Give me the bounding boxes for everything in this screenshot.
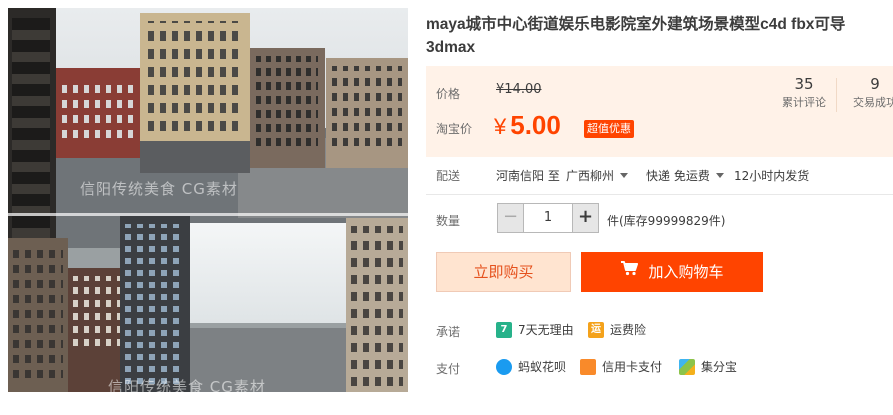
chevron-down-icon bbox=[620, 173, 629, 178]
promo-price-label: 淘宝价 bbox=[436, 122, 473, 136]
seven-day-return-icon: 7 bbox=[496, 321, 512, 338]
reviews-stat[interactable]: 35 累计评论 bbox=[778, 74, 830, 112]
credit-card-payment[interactable]: 信用卡支付 bbox=[580, 358, 662, 376]
huabei-payment[interactable]: 蚂蚁花呗 bbox=[496, 358, 566, 376]
price-panel: 价格 ¥14.00 淘宝价 ¥5.00 超值优惠 35 累计评论 9 交易成功 bbox=[426, 66, 893, 157]
quantity-stepper: − 1 + bbox=[497, 203, 599, 233]
image-building bbox=[140, 13, 250, 173]
credit-card-icon bbox=[580, 358, 596, 375]
payment-label: 支付 bbox=[436, 362, 461, 376]
image-watermark: 信阳传统美食 CG素材 bbox=[108, 378, 266, 392]
promise-label: 承诺 bbox=[436, 325, 461, 339]
jifenbao-label: 集分宝 bbox=[701, 360, 738, 374]
promo-badge: 超值优惠 bbox=[584, 120, 634, 138]
shipping-method-select[interactable]: 快递 免运费 bbox=[646, 167, 724, 184]
image-building bbox=[346, 218, 408, 392]
shipping-insurance-link[interactable]: 运运费险 bbox=[588, 321, 646, 339]
destination-select[interactable]: 广西柳州 bbox=[566, 167, 629, 184]
image-divider bbox=[8, 213, 408, 216]
shipping-from: 河南信阳 至 bbox=[496, 169, 560, 183]
section-divider bbox=[426, 194, 893, 195]
seven-day-return-link[interactable]: 7 7天无理由 bbox=[496, 321, 574, 339]
shipping-method-label: 快递 免运费 bbox=[646, 169, 710, 183]
product-image[interactable]: 信阳传统美食 CG素材 信阳传统美食 CG素材 bbox=[8, 8, 408, 392]
image-building bbox=[56, 68, 141, 158]
product-title: maya城市中心街道娱乐电影院室外建筑场景模型c4d fbx可导3dmax bbox=[426, 16, 846, 56]
shopping-cart-icon bbox=[620, 251, 639, 291]
add-to-cart-button[interactable]: 加入购物车 bbox=[581, 252, 763, 292]
original-price-label: 价格 bbox=[436, 87, 461, 101]
shipping-insurance-icon: 运 bbox=[588, 321, 604, 338]
original-price: ¥14.00 bbox=[496, 82, 542, 97]
jifenbao-payment[interactable]: 集分宝 bbox=[679, 358, 737, 376]
image-building bbox=[8, 8, 56, 268]
increase-quantity-button[interactable]: + bbox=[572, 204, 598, 232]
promo-price-value: 5.00 bbox=[510, 110, 561, 140]
promo-price: ¥5.00 bbox=[494, 110, 561, 141]
deals-count: 9 bbox=[870, 75, 880, 93]
deals-label: 交易成功 bbox=[853, 96, 893, 109]
shipping-insurance-label: 运费险 bbox=[610, 323, 647, 337]
image-building bbox=[250, 48, 325, 168]
huabei-label: 蚂蚁花呗 bbox=[518, 360, 567, 374]
quantity-label: 数量 bbox=[436, 214, 461, 228]
shipping-label: 配送 bbox=[436, 169, 461, 183]
image-building bbox=[326, 58, 408, 168]
image-watermark: 信阳传统美食 CG素材 bbox=[80, 180, 238, 198]
deals-stat: 9 交易成功 bbox=[844, 74, 893, 112]
reviews-label: 累计评论 bbox=[782, 96, 826, 109]
huabei-icon bbox=[496, 358, 512, 375]
add-to-cart-label: 加入购物车 bbox=[648, 263, 724, 281]
decrease-quantity-button[interactable]: − bbox=[498, 204, 524, 232]
buy-now-button[interactable]: 立即购买 bbox=[436, 252, 571, 292]
stat-divider bbox=[836, 78, 837, 112]
reviews-count: 35 bbox=[794, 75, 814, 93]
quantity-input[interactable]: 1 bbox=[524, 204, 572, 232]
credit-card-label: 信用卡支付 bbox=[602, 360, 663, 374]
seven-day-return-label: 7天无理由 bbox=[518, 323, 574, 337]
image-sky bbox=[190, 223, 346, 323]
image-building bbox=[120, 216, 190, 392]
currency-symbol: ¥ bbox=[494, 114, 507, 139]
image-building bbox=[8, 238, 68, 392]
dispatch-time: 12小时内发货 bbox=[734, 169, 810, 183]
stock-info: 件(库存99999829件) bbox=[607, 214, 726, 228]
destination-label: 广西柳州 bbox=[566, 169, 615, 183]
jifenbao-icon bbox=[679, 358, 695, 375]
chevron-down-icon bbox=[715, 173, 724, 178]
